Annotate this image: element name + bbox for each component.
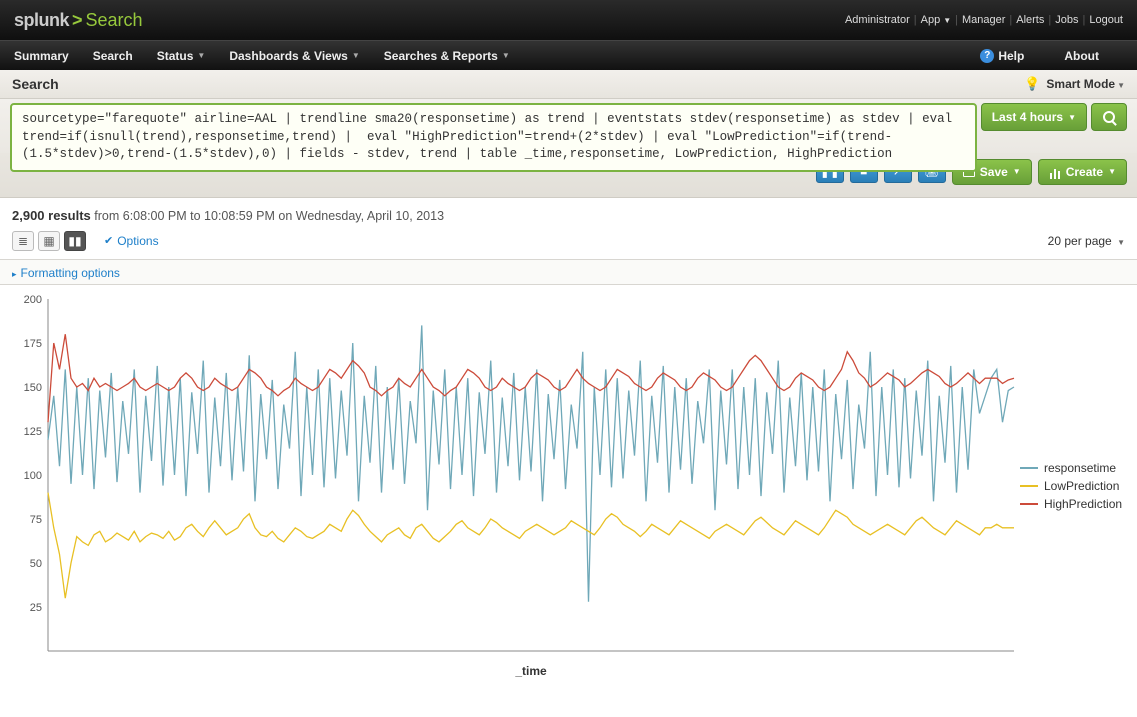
svg-text:75: 75 <box>30 514 42 526</box>
chart-area: 25 50 75 100 125 150 175 200 _time responsetime … <box>0 285 1137 691</box>
svg-text:200: 200 <box>24 294 42 306</box>
formatting-bar: ▸Formatting options <box>0 260 1137 285</box>
legend-lowprediction: LowPrediction <box>1020 479 1122 493</box>
bulb-icon: 💡 <box>1024 76 1040 92</box>
per-page-selector[interactable]: 20 per page ▼ <box>1048 234 1125 248</box>
menu-bar: Summary Search Status▼ Dashboards & View… <box>0 40 1137 70</box>
results-summary: 2,900 results from 6:08:00 PM to 10:08:5… <box>0 198 1137 227</box>
svg-text:100: 100 <box>24 470 42 482</box>
menu-help[interactable]: ?Help <box>980 49 1024 63</box>
search-header: Search 💡 Smart Mode▼ <box>0 70 1137 99</box>
chart-legend: responsetime LowPrediction HighPredictio… <box>1020 291 1122 681</box>
smart-mode-toggle[interactable]: Smart Mode▼ <box>1046 77 1125 91</box>
svg-text:_time: _time <box>514 664 547 678</box>
menu-dashboards[interactable]: Dashboards & Views▼ <box>229 49 359 63</box>
svg-text:50: 50 <box>30 558 42 570</box>
legend-responsetime: responsetime <box>1020 461 1122 475</box>
manager-link[interactable]: Manager <box>962 14 1005 26</box>
logo-section: Search <box>86 10 143 31</box>
view-bar: ≣ ▦ ▮▮ ✔Options 20 per page ▼ <box>0 227 1137 260</box>
logo-brand: splunk <box>14 10 69 31</box>
help-icon: ? <box>980 49 994 63</box>
alerts-link[interactable]: Alerts <box>1016 14 1044 26</box>
logout-link[interactable]: Logout <box>1089 14 1123 26</box>
bars-icon <box>1049 165 1061 179</box>
top-right-links: Administrator| App▼| Manager| Alerts| Jo… <box>845 14 1123 26</box>
run-search-button[interactable] <box>1091 103 1127 131</box>
app-menu[interactable]: App▼ <box>921 14 952 26</box>
view-table-icon[interactable]: ▦ <box>38 231 60 251</box>
jobs-link[interactable]: Jobs <box>1055 14 1078 26</box>
menu-reports[interactable]: Searches & Reports▼ <box>384 49 510 63</box>
page-title: Search <box>12 76 59 92</box>
svg-text:150: 150 <box>24 382 42 394</box>
options-link[interactable]: ✔Options <box>104 234 159 248</box>
svg-text:125: 125 <box>24 426 42 438</box>
svg-text:175: 175 <box>24 338 42 350</box>
view-chart-icon[interactable]: ▮▮ <box>64 231 86 251</box>
menu-search[interactable]: Search <box>93 49 133 63</box>
svg-text:25: 25 <box>30 602 42 614</box>
menu-about[interactable]: About <box>1064 49 1099 63</box>
time-range-picker[interactable]: Last 4 hours▼ <box>981 103 1087 131</box>
line-chart: 25 50 75 100 125 150 175 200 _time <box>10 291 1020 681</box>
search-input[interactable]: sourcetype="farequote" airline=AAL | tre… <box>10 103 977 172</box>
formatting-options-link[interactable]: ▸Formatting options <box>12 266 120 280</box>
check-icon: ✔ <box>104 234 113 247</box>
legend-highprediction: HighPrediction <box>1020 497 1122 511</box>
view-list-icon[interactable]: ≣ <box>12 231 34 251</box>
menu-status[interactable]: Status▼ <box>157 49 206 63</box>
admin-link[interactable]: Administrator <box>845 14 910 26</box>
search-row: sourcetype="farequote" airline=AAL | tre… <box>0 99 1137 179</box>
menu-summary[interactable]: Summary <box>14 49 69 63</box>
search-icon <box>1103 111 1115 123</box>
top-bar: splunk > Search Administrator| App▼| Man… <box>0 0 1137 40</box>
create-button[interactable]: Create▼ <box>1038 159 1127 185</box>
logo-separator: > <box>69 10 86 31</box>
